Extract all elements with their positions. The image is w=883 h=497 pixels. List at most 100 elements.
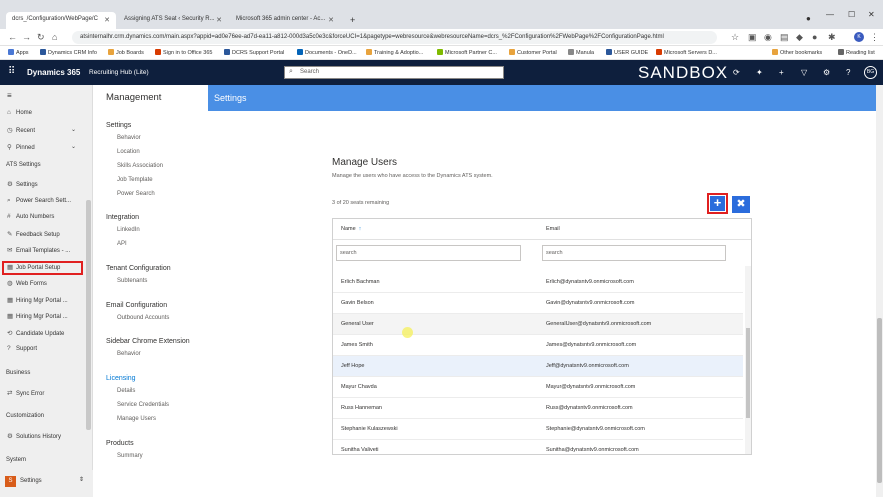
nav-settings[interactable]: ⚙ Settings	[7, 180, 38, 188]
nav-hiring-mgr-portal-1[interactable]: ▦ Hiring Mgr Portal ...	[7, 296, 68, 304]
column-email[interactable]: Email	[546, 226, 560, 232]
browser-tab-configuration[interactable]: dcrs_/Configuration/WebPage/C ✕	[6, 12, 116, 29]
column-name[interactable]: Name ↑	[341, 226, 361, 232]
url-field[interactable]: atsinternalhr.crm.dynamics.com/main.aspx…	[72, 31, 717, 44]
nav-hiring-mgr-portal-2[interactable]: ▦ Hiring Mgr Portal ...	[7, 312, 68, 320]
table-row[interactable]: Mayur Chavda Mayur@dynatsntv9.onmicrosoft…	[333, 377, 743, 398]
chevron-down-icon[interactable]: ⌄	[71, 126, 76, 133]
nav-power-search[interactable]: ⌕ Power Search Sett...	[7, 197, 71, 205]
filter-icon[interactable]: ▽	[801, 68, 807, 77]
table-row[interactable]: Russ Hanneman Russ@dynatsntv9.onmicrosoft…	[333, 398, 743, 419]
nav-email-templates[interactable]: ✉ Email Templates - ...	[7, 246, 70, 254]
menu-icon[interactable]: ⋮	[870, 32, 879, 43]
nav-candidate-update[interactable]: ⟲ Candidate Update	[7, 329, 64, 337]
bookmark-reading-list[interactable]: Reading list	[838, 49, 875, 56]
name-filter-input[interactable]: search	[336, 245, 521, 261]
link-behavior-extension[interactable]: Behavior	[117, 351, 141, 357]
help-icon[interactable]: ?	[846, 68, 850, 77]
add-user-button[interactable]: +	[707, 193, 728, 214]
browser-tab-m365-admin[interactable]: Microsoft 365 admin center - Ac... ✕	[230, 12, 340, 29]
nav-auto-numbers[interactable]: # Auto Numbers	[7, 213, 54, 220]
maximize-icon[interactable]: ☐	[848, 10, 855, 19]
close-icon[interactable]: ✕	[104, 16, 110, 24]
plus-icon[interactable]: +	[779, 68, 784, 77]
home-browser-icon[interactable]: ⌂	[52, 32, 57, 42]
extension-icon[interactable]: ◆	[796, 32, 803, 43]
nav-feedback-setup[interactable]: ✎ Feedback Setup	[7, 230, 60, 238]
table-row[interactable]: Gavin Belson Gavin@dynatsntv9.onmicrosoft…	[333, 293, 743, 314]
table-row[interactable]: Stephanie Kulaszewski Stephanie@dynatsntv…	[333, 419, 743, 440]
bookmark[interactable]: Dynamics CRM Info	[40, 49, 97, 56]
page-scrollbar[interactable]	[876, 85, 883, 497]
user-avatar[interactable]: BG	[864, 66, 877, 79]
link-skills-association[interactable]: Skills Association	[117, 163, 163, 169]
extension-icon[interactable]: ▤	[780, 32, 789, 43]
link-job-template[interactable]: Job Template	[117, 177, 153, 183]
nav-solutions-history[interactable]: ⚙ Solutions History	[7, 432, 61, 440]
nav-scrollbar[interactable]	[86, 200, 91, 430]
task-flow-icon[interactable]: ⟳	[733, 68, 740, 77]
bookmark-apps[interactable]: Apps	[8, 49, 29, 56]
extension-icon[interactable]: ✱	[828, 32, 836, 43]
link-details[interactable]: Details	[117, 388, 135, 394]
nav-support[interactable]: ? Support	[7, 345, 37, 352]
link-manage-users[interactable]: Manage Users	[117, 416, 156, 422]
close-icon[interactable]: ✕	[328, 16, 334, 24]
minimize-icon[interactable]: —	[826, 10, 834, 19]
scrollbar-thumb[interactable]	[746, 328, 750, 418]
link-behavior[interactable]: Behavior	[117, 135, 141, 141]
nav-pinned[interactable]: ⚲ Pinned	[7, 143, 35, 151]
bookmark[interactable]: DCRS Support Portal	[224, 49, 284, 56]
bookmark[interactable]: Sign in to Office 365	[155, 49, 212, 56]
link-outbound-accounts[interactable]: Outbound Accounts	[117, 315, 169, 321]
table-row[interactable]: Sunitha Valiveti Sunitha@dynatsntv9.onmic…	[333, 440, 743, 454]
bookmark[interactable]: Customer Portal	[509, 49, 557, 56]
bookmark[interactable]: USER GUIDE	[606, 49, 648, 56]
remove-user-button[interactable]: ✖	[732, 196, 750, 213]
link-subtenants[interactable]: Subtenants	[117, 278, 147, 284]
link-summary[interactable]: Summary	[117, 453, 143, 459]
extension-icon[interactable]: ◉	[764, 32, 772, 43]
email-filter-input[interactable]: search	[542, 245, 726, 261]
lightbulb-icon[interactable]: ✦	[756, 68, 763, 77]
gear-icon[interactable]: ⚙	[823, 68, 830, 77]
nav-sync-error[interactable]: ⇄ Sync Error	[7, 389, 44, 397]
app-title[interactable]: Recruiting Hub (Lite)	[89, 69, 149, 76]
bookmark[interactable]: Training & Adoptio...	[366, 49, 423, 56]
link-linkedin[interactable]: LinkedIn	[117, 227, 140, 233]
grid-scrollbar[interactable]	[745, 266, 751, 454]
table-row[interactable]: Erlich Bachman Erlich@dynatsntv9.onmicros…	[333, 272, 743, 293]
nav-job-portal-setup[interactable]: ▦ Job Portal Setup	[7, 263, 60, 271]
back-icon[interactable]: ←	[8, 32, 17, 42]
extension-icon[interactable]: ▣	[748, 32, 757, 43]
new-tab-button[interactable]: +	[344, 11, 360, 28]
nav-recent[interactable]: ◷ Recent	[7, 126, 35, 134]
close-icon[interactable]: ✕	[216, 16, 222, 24]
forward-icon[interactable]: →	[22, 32, 31, 42]
profile-avatar[interactable]: K	[854, 32, 864, 42]
link-api[interactable]: API	[117, 241, 127, 247]
browser-tab-assigning-seat[interactable]: Assigning ATS Seat ‹ Security R... ✕	[118, 12, 228, 29]
bookmark[interactable]: Job Boards	[108, 49, 144, 56]
chevron-down-icon[interactable]: ⌄	[71, 143, 76, 150]
global-search-input[interactable]: ⌕ Search	[284, 66, 504, 79]
star-icon[interactable]: ☆	[731, 32, 739, 43]
table-row-selected[interactable]: Jeff Hope Jeff@dynatsntv9.onmicrosoft.com	[333, 356, 743, 377]
bookmark[interactable]: Documents - OneD...	[297, 49, 357, 56]
extension-icon[interactable]: ●	[812, 32, 817, 42]
bookmark[interactable]: Microsoft Servers D...	[656, 49, 717, 56]
nav-web-forms[interactable]: ◍ Web Forms	[7, 279, 47, 287]
table-row[interactable]: James Smith James@dynatsntv9.onmicrosoft.…	[333, 335, 743, 356]
scrollbar-thumb[interactable]	[877, 318, 882, 483]
bookmark-other[interactable]: Other bookmarks	[772, 49, 822, 56]
bookmark[interactable]: Manula	[568, 49, 594, 56]
link-location[interactable]: Location	[117, 149, 140, 155]
app-name[interactable]: Dynamics 365	[27, 68, 80, 77]
table-row[interactable]: General User GeneralUser@dynatsntv9.onmic…	[333, 314, 743, 335]
link-service-credentials[interactable]: Service Credentials	[117, 402, 169, 408]
reload-icon[interactable]: ↻	[37, 32, 45, 43]
hamburger-icon[interactable]: ≡	[7, 91, 12, 100]
record-icon[interactable]: ●	[806, 14, 811, 23]
bookmark[interactable]: Microsoft Partner C...	[437, 49, 497, 56]
waffle-icon[interactable]: ⠿	[8, 67, 18, 77]
